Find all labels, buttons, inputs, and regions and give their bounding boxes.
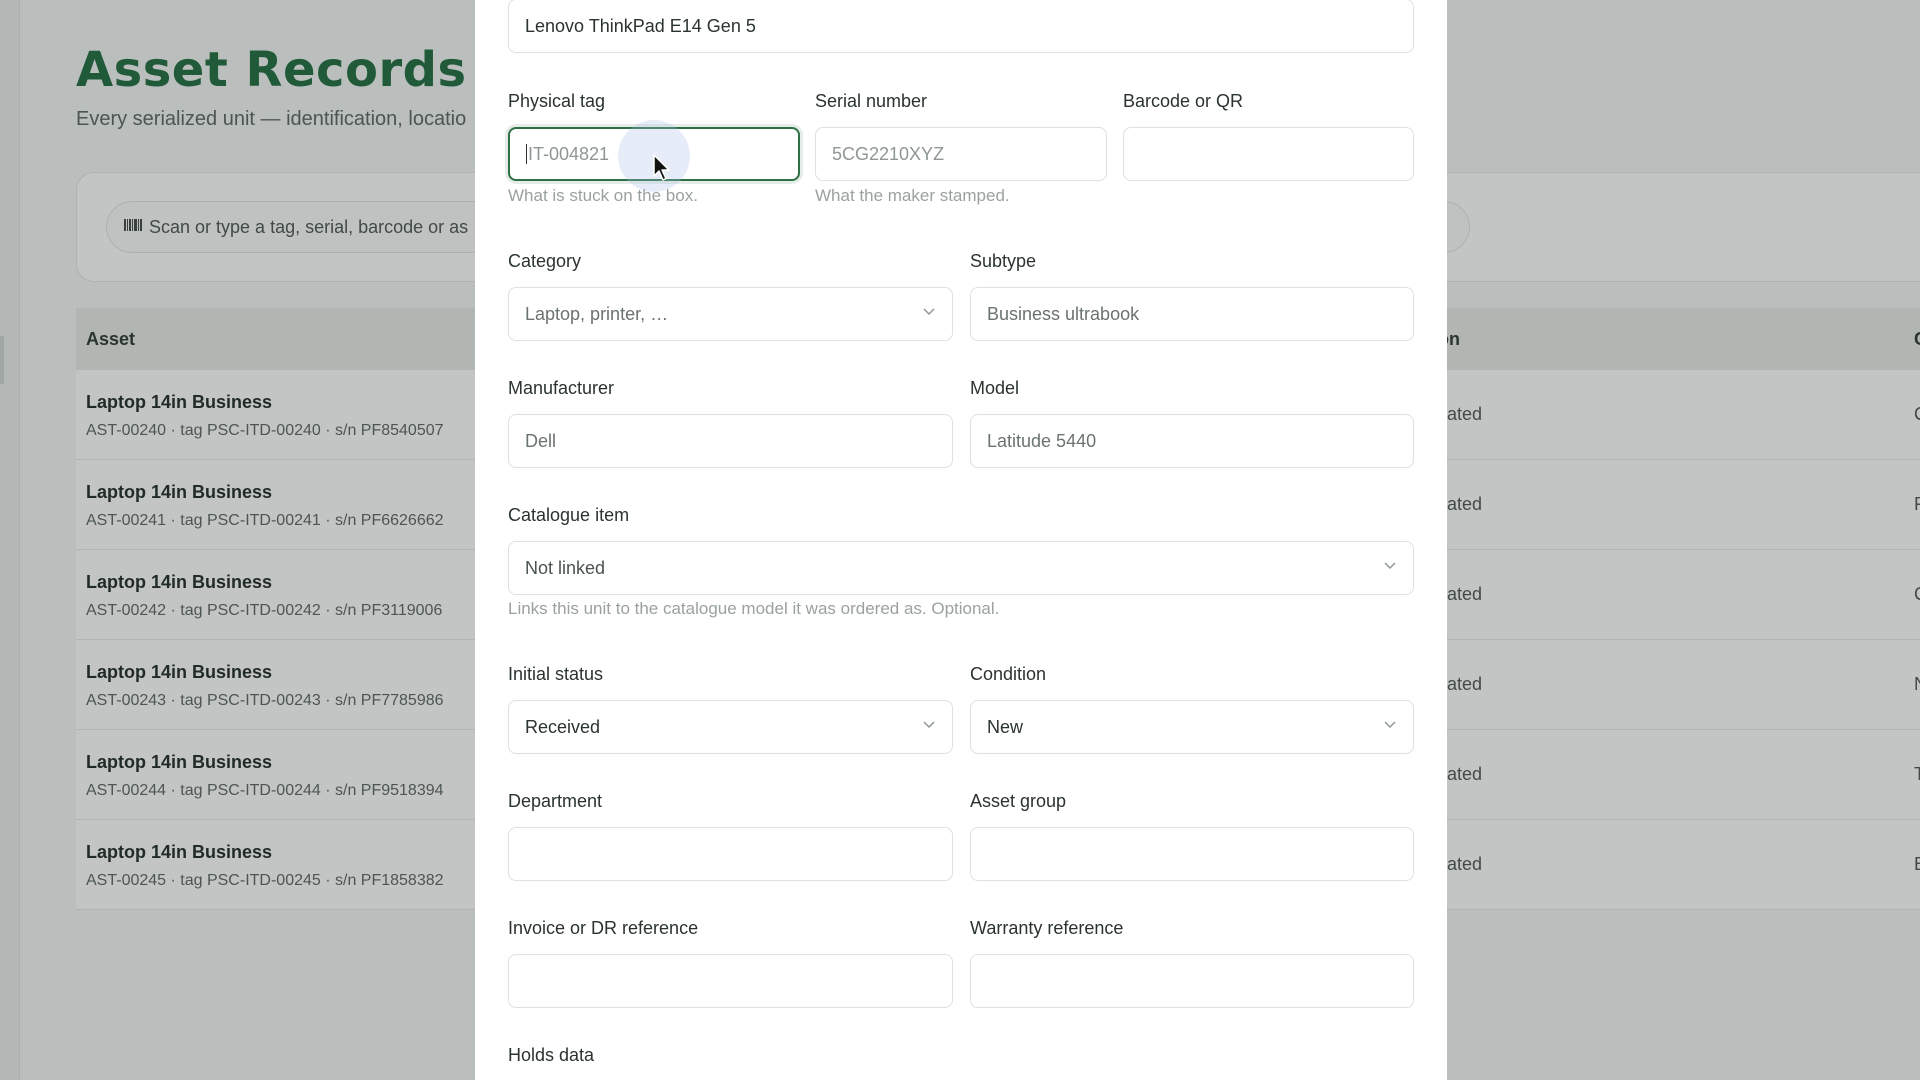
- model-input[interactable]: Latitude 5440: [970, 414, 1414, 468]
- asset-name-value: Lenovo ThinkPad E14 Gen 5: [525, 15, 756, 36]
- initial-status-value: Received: [525, 716, 601, 737]
- chevron-down-icon: [1384, 721, 1396, 729]
- text-caret: [526, 144, 527, 164]
- invoice-ref-input[interactable]: [508, 954, 953, 1008]
- physical-tag-help: What is stuck on the box.: [508, 186, 698, 205]
- condition-select[interactable]: New: [970, 700, 1414, 754]
- warranty-ref-label: Warranty reference: [970, 918, 1124, 938]
- manufacturer-placeholder: Dell: [525, 430, 557, 451]
- initial-status-label: Initial status: [508, 664, 604, 684]
- manufacturer-label: Manufacturer: [508, 378, 615, 398]
- physical-tag-placeholder: IT-004821: [528, 143, 610, 164]
- warranty-ref-input[interactable]: [970, 954, 1414, 1008]
- chevron-down-icon: [923, 308, 935, 316]
- serial-number-placeholder: 5CG2210XYZ: [832, 143, 945, 164]
- department-input[interactable]: [508, 827, 953, 881]
- barcode-input[interactable]: [1123, 127, 1414, 181]
- category-placeholder: Laptop, printer, …: [525, 303, 669, 324]
- catalogue-item-select[interactable]: Not linked: [508, 541, 1414, 595]
- condition-value: New: [987, 716, 1024, 737]
- catalogue-item-label: Catalogue item: [508, 505, 630, 525]
- asset-group-input[interactable]: [970, 827, 1414, 881]
- asset-group-label: Asset group: [970, 791, 1067, 811]
- condition-label: Condition: [970, 664, 1047, 684]
- model-placeholder: Latitude 5440: [987, 430, 1097, 451]
- initial-status-select[interactable]: Received: [508, 700, 953, 754]
- holds-data-label: Holds data: [508, 1045, 595, 1065]
- manufacturer-input[interactable]: Dell: [508, 414, 953, 468]
- mouse-pointer-icon: [653, 154, 670, 181]
- catalogue-item-value: Not linked: [525, 557, 606, 578]
- category-select[interactable]: Laptop, printer, …: [508, 287, 953, 341]
- department-label: Department: [508, 791, 603, 811]
- category-label: Category: [508, 251, 582, 271]
- chevron-down-icon: [1384, 562, 1396, 570]
- physical-tag-label: Physical tag: [508, 91, 606, 111]
- serial-number-label: Serial number: [815, 91, 928, 111]
- barcode-label: Barcode or QR: [1123, 91, 1244, 111]
- subtype-label: Subtype: [970, 251, 1037, 271]
- invoice-ref-label: Invoice or DR reference: [508, 918, 699, 938]
- subtype-placeholder: Business ultrabook: [987, 303, 1140, 324]
- chevron-down-icon: [923, 721, 935, 729]
- catalogue-item-help: Links this unit to the catalogue model i…: [508, 599, 1000, 618]
- model-label: Model: [970, 378, 1020, 398]
- serial-number-help: What the maker stamped.: [815, 186, 1010, 205]
- subtype-input[interactable]: Business ultrabook: [970, 287, 1414, 341]
- serial-number-input[interactable]: 5CG2210XYZ: [815, 127, 1107, 181]
- asset-name-input[interactable]: Lenovo ThinkPad E14 Gen 5: [508, 0, 1414, 53]
